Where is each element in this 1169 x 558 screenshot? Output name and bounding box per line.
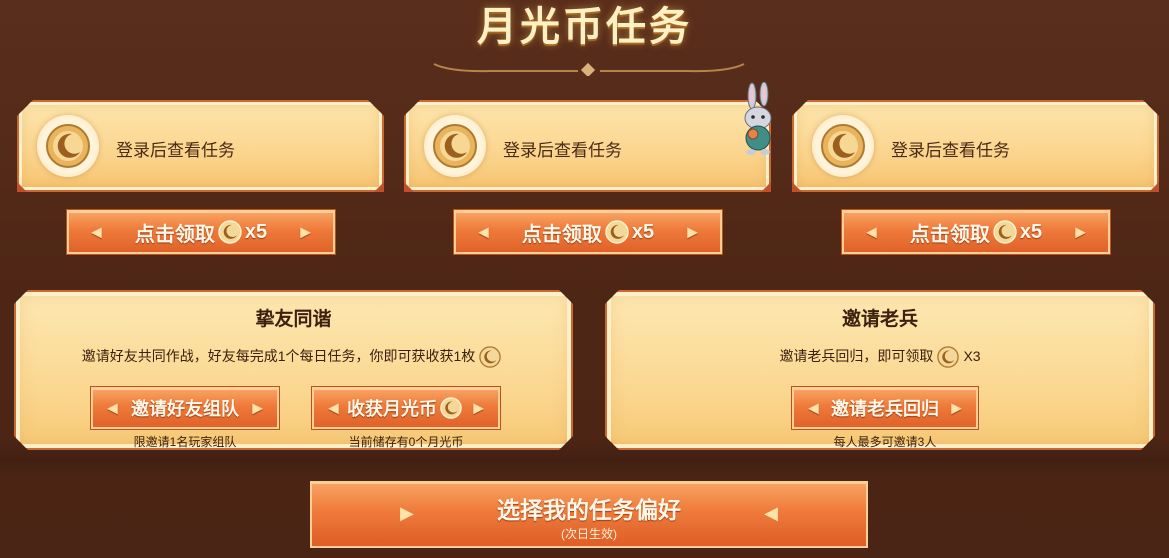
task-preference-button[interactable]: ▶ 选择我的任务偏好 (次日生效) ◀ bbox=[310, 481, 868, 548]
claim-label: 点击领取 bbox=[909, 223, 990, 246]
chevron-right-icon: ▶ bbox=[300, 223, 311, 240]
chevron-right-icon: ▶ bbox=[1075, 223, 1086, 240]
moon-coin-icon bbox=[605, 220, 629, 244]
chevron-left-icon: ◀ bbox=[328, 399, 339, 416]
invite-veteran-button[interactable]: ◀ 邀请老兵回归 ▶ bbox=[792, 387, 978, 429]
task-card-2: 登录后查看任务 bbox=[404, 100, 771, 192]
moon-coin-icon bbox=[218, 220, 242, 244]
reward-count: x5 bbox=[1019, 220, 1043, 243]
task-card-3: 登录后查看任务 bbox=[792, 100, 1159, 192]
chevron-left-icon: ◀ bbox=[107, 399, 118, 416]
collect-label: 收获月光币 bbox=[347, 399, 437, 419]
preference-label: 选择我的任务偏好 bbox=[497, 497, 681, 523]
moon-coin-icon bbox=[812, 115, 874, 177]
veteran-description-text: 邀请老兵回归，即可领取 bbox=[779, 348, 934, 364]
veteran-panel-description: 邀请老兵回归，即可领取 X3 bbox=[607, 346, 1153, 368]
invite-friend-label: 邀请好友组队 bbox=[131, 399, 239, 419]
chevron-right-icon: ▶ bbox=[252, 399, 263, 416]
chevron-right-icon: ▶ bbox=[687, 223, 698, 240]
rabbit-mascot-icon bbox=[744, 82, 772, 155]
team-panel-title: 挚友同谐 bbox=[255, 309, 332, 330]
claim-button-1[interactable]: ◀ 点击领取 x5 ▶ bbox=[67, 210, 335, 254]
page-title: 月光币任务 bbox=[477, 5, 692, 49]
veteran-reward: X3 bbox=[963, 348, 981, 364]
chevron-right-icon: ▶ bbox=[951, 399, 962, 416]
veteran-panel: 邀请老兵 邀请老兵回归，即可领取 X3 ◀ 邀请老兵回归 ▶ 每人最多可邀请3人 bbox=[605, 290, 1155, 450]
title-divider-ornament bbox=[433, 62, 745, 76]
chevron-left-icon: ◀ bbox=[866, 223, 877, 240]
chevron-left-icon: ◀ bbox=[91, 223, 102, 240]
preference-sublabel: (次日生效) bbox=[561, 527, 617, 541]
task-card-1: 登录后查看任务 bbox=[17, 100, 384, 192]
moon-coin-icon bbox=[37, 115, 99, 177]
collect-coins-button[interactable]: ◀ 收获月光币 ▶ bbox=[312, 387, 500, 429]
chevron-right-icon: ▶ bbox=[473, 399, 484, 416]
team-panel-description: 邀请好友共同作战，好友每完成1个每日任务，你即可获收获1枚 bbox=[16, 346, 571, 368]
claim-button-3[interactable]: ◀ 点击领取 x5 ▶ bbox=[842, 210, 1110, 254]
moon-coin-icon bbox=[479, 346, 501, 368]
invite-friend-button[interactable]: ◀ 邀请好友组队 ▶ bbox=[91, 387, 279, 429]
team-panel: 挚友同谐 邀请好友共同作战，好友每完成1个每日任务，你即可获收获1枚 ◀ 邀请好… bbox=[14, 290, 573, 450]
moon-coin-icon bbox=[937, 346, 959, 368]
claim-label: 点击领取 bbox=[521, 223, 602, 246]
reward-count: x5 bbox=[631, 220, 655, 243]
moon-coin-icon bbox=[424, 115, 486, 177]
task-text: 登录后查看任务 bbox=[891, 141, 1010, 160]
reward-count: x5 bbox=[244, 220, 268, 243]
claim-label: 点击领取 bbox=[134, 223, 215, 246]
team-description-text: 邀请好友共同作战，好友每完成1个每日任务，你即可获收获1枚 bbox=[81, 348, 476, 364]
veteran-panel-title: 邀请老兵 bbox=[841, 309, 918, 330]
chevron-left-icon: ◀ bbox=[808, 399, 819, 416]
task-text: 登录后查看任务 bbox=[503, 141, 622, 160]
claim-button-2[interactable]: ◀ 点击领取 x5 ▶ bbox=[454, 210, 722, 254]
stored-coins-note: 当前储存有0个月光币 bbox=[348, 435, 464, 449]
moon-coin-icon bbox=[440, 397, 462, 419]
invite-limit-note: 限邀请1名玩家组队 bbox=[133, 435, 237, 449]
invite-veteran-label: 邀请老兵回归 bbox=[831, 399, 939, 419]
moon-coin-icon bbox=[993, 220, 1017, 244]
chevron-left-icon: ◀ bbox=[764, 503, 778, 523]
task-text: 登录后查看任务 bbox=[116, 141, 235, 160]
chevron-left-icon: ◀ bbox=[478, 223, 489, 240]
veteran-limit-note: 每人最多可邀请3人 bbox=[833, 435, 937, 449]
